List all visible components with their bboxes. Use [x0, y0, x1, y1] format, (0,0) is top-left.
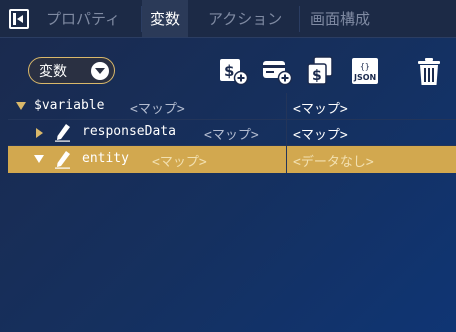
- variable-key: entity: [82, 151, 129, 166]
- svg-text:$: $: [224, 62, 234, 80]
- add-card-icon[interactable]: [262, 56, 292, 86]
- scope-dropdown[interactable]: 変数: [28, 57, 115, 84]
- tab-properties[interactable]: プロパティ: [38, 0, 128, 38]
- tree-row-selected[interactable]: entity <マップ> <データなし>: [8, 146, 456, 173]
- variable-type: <マップ>: [130, 102, 185, 117]
- edit-pen-icon[interactable]: [54, 149, 72, 169]
- variable-value: <データなし>: [293, 155, 374, 170]
- svg-text:{}: {}: [360, 62, 370, 71]
- tree-row[interactable]: $variable <マップ> <マップ>: [8, 93, 456, 120]
- variable-type: <マップ>: [152, 155, 207, 170]
- json-icon[interactable]: {} JSON: [350, 56, 380, 86]
- tab-screen-layout[interactable]: 画面構成: [302, 0, 378, 38]
- add-variable-icon[interactable]: $: [218, 56, 248, 86]
- scope-dropdown-value: 変数: [39, 64, 67, 80]
- expand-toggle-icon[interactable]: [36, 128, 43, 138]
- collapse-panel-icon[interactable]: [9, 9, 29, 29]
- svg-text:$: $: [312, 68, 322, 84]
- expand-toggle-icon[interactable]: [34, 155, 44, 163]
- trash-icon[interactable]: [416, 57, 446, 87]
- tree-row[interactable]: responseData <マップ> <マップ>: [8, 119, 456, 146]
- variable-key: responseData: [82, 124, 176, 139]
- variable-key: $variable: [34, 98, 105, 113]
- tab-divider: [299, 6, 300, 32]
- tab-variables[interactable]: 変数: [142, 0, 189, 38]
- expand-toggle-icon[interactable]: [16, 102, 26, 110]
- json-icon-text: JSON: [353, 73, 376, 82]
- copy-variable-icon[interactable]: $: [305, 56, 335, 86]
- chevron-down-icon: [91, 62, 109, 80]
- tab-bar-border: [0, 37, 456, 38]
- variable-value: <マップ>: [293, 128, 348, 143]
- variable-value: <マップ>: [293, 102, 348, 117]
- column-divider: [286, 93, 287, 173]
- tab-actions[interactable]: アクション: [200, 0, 290, 38]
- tab-bar: プロパティ 変数 アクション 画面構成: [0, 0, 456, 38]
- variable-type: <マップ>: [204, 128, 259, 143]
- edit-pen-icon[interactable]: [54, 122, 72, 142]
